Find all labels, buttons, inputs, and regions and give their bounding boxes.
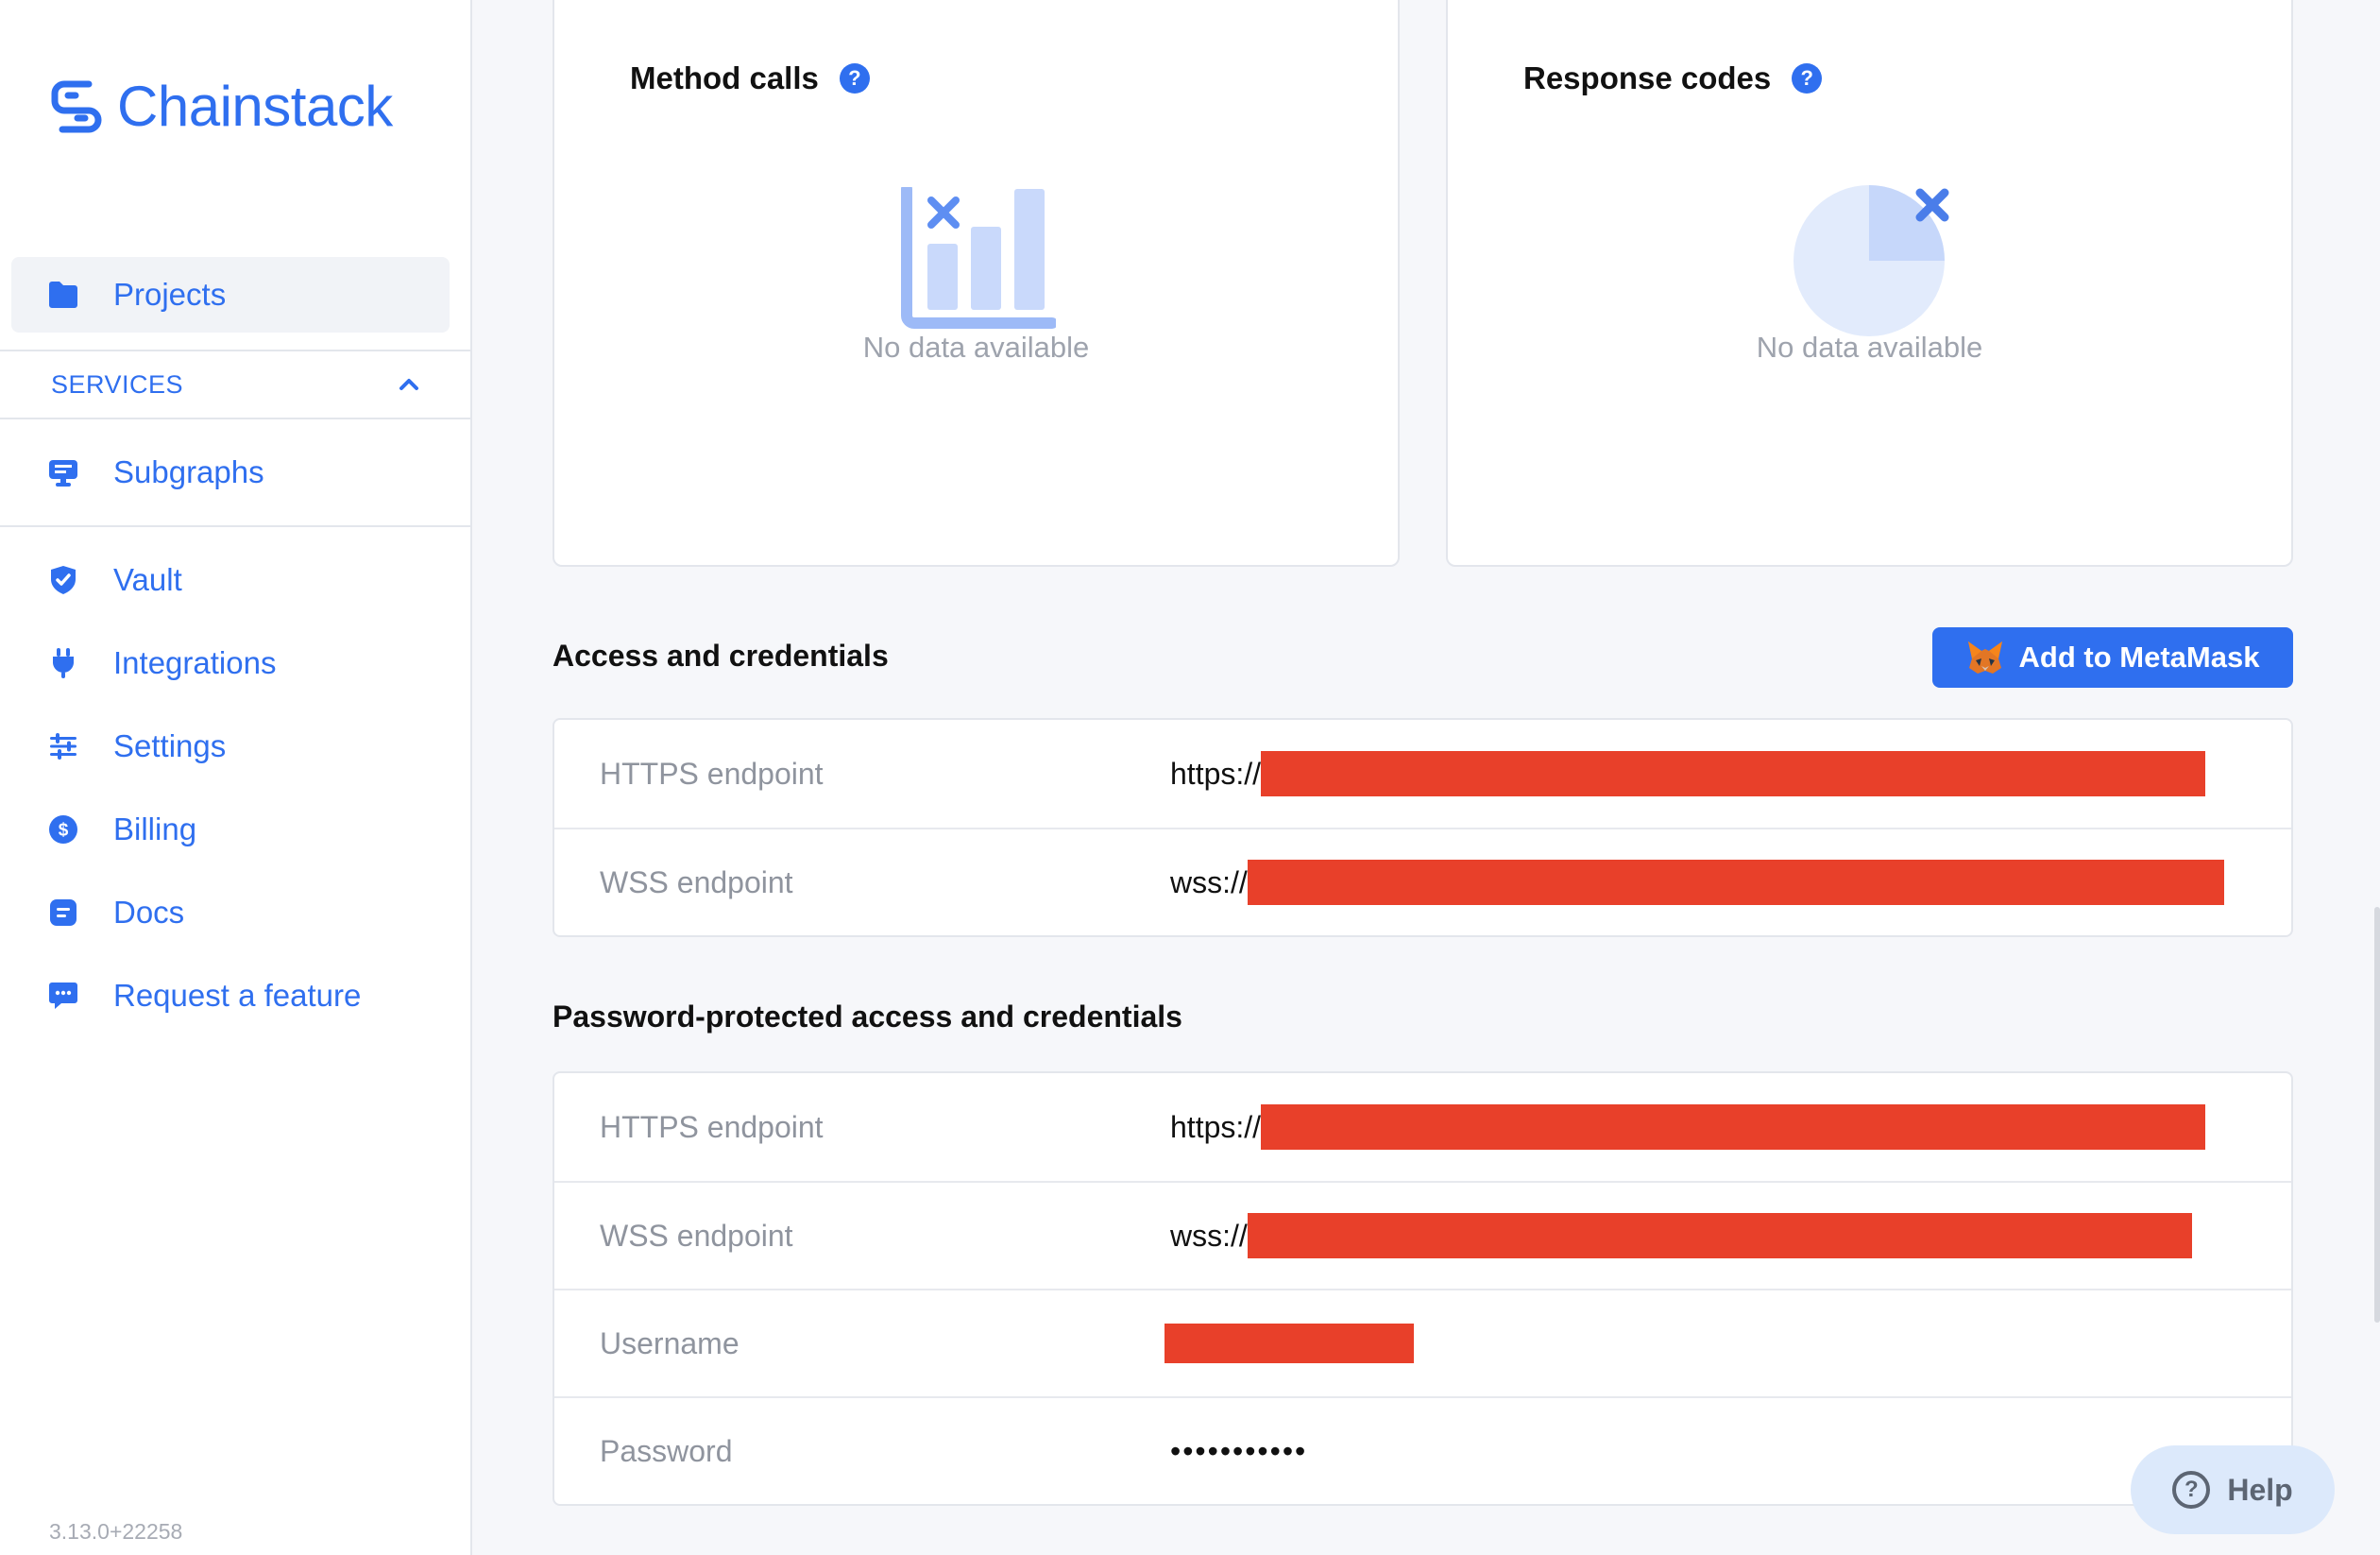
sidebar-item-billing[interactable]: $ Billing — [11, 792, 450, 867]
url-prefix: wss:// — [1170, 1218, 1248, 1253]
https-endpoint-value[interactable]: https:// — [1170, 751, 2206, 796]
method-calls-title: Method calls — [630, 60, 819, 95]
access-section-title: Access and credentials — [552, 639, 889, 673]
subgraphs-icon — [47, 456, 79, 488]
app-version: 3.13.0+22258 — [49, 1519, 183, 1544]
url-prefix: https:// — [1170, 1109, 1262, 1144]
sidebar-item-label: Subgraphs — [113, 454, 264, 489]
dollar-circle-icon: $ — [47, 813, 79, 846]
metamask-fox-icon — [1967, 641, 2002, 674]
help-icon[interactable]: ? — [1792, 63, 1823, 94]
password-value[interactable]: ••••••••••• — [1170, 1434, 1307, 1469]
plug-icon — [47, 647, 79, 679]
empty-pie-chart-icon — [1794, 185, 1949, 336]
sidebar-item-label: Docs — [113, 895, 185, 930]
url-prefix: wss:// — [1170, 864, 1248, 899]
folder-icon — [47, 279, 79, 311]
scrollbar[interactable] — [2374, 907, 2380, 1323]
response-codes-card: Response codes ? No data available — [1446, 0, 2293, 567]
table-row: HTTPS endpoint https:// — [554, 1073, 2291, 1181]
sidebar-item-vault[interactable]: Vault — [11, 542, 450, 618]
sidebar-item-label: Projects — [113, 277, 227, 312]
sidebar-item-label: Settings — [113, 728, 227, 763]
card-title: Method calls ? — [630, 60, 870, 96]
document-icon — [47, 897, 79, 929]
table-row: Username — [554, 1289, 2291, 1396]
chainstack-logo-icon — [51, 80, 102, 132]
sidebar-item-label: Vault — [113, 562, 182, 597]
sidebar-item-projects[interactable]: Projects — [11, 257, 450, 333]
row-label: HTTPS endpoint — [600, 756, 824, 791]
table-row: HTTPS endpoint https:// — [554, 720, 2291, 828]
redacted-value — [1247, 1213, 2192, 1258]
redacted-value — [1261, 1104, 2206, 1150]
divider — [0, 525, 472, 527]
chainstack-logo[interactable]: Chainstack — [47, 74, 393, 139]
question-circle-icon: ? — [2172, 1471, 2211, 1509]
sidebar-item-settings[interactable]: Settings — [11, 709, 450, 784]
row-label: Password — [600, 1433, 733, 1468]
services-toggle[interactable]: SERVICES — [0, 351, 472, 418]
redacted-value — [1164, 1324, 1414, 1363]
sidebar-item-integrations[interactable]: Integrations — [11, 625, 450, 701]
row-label: WSS endpoint — [600, 864, 793, 899]
shield-check-icon — [47, 564, 79, 596]
url-prefix: https:// — [1170, 756, 1262, 791]
sidebar: Chainstack Projects SERVICES Subgraphs V… — [0, 0, 472, 1555]
protected-credentials-table: HTTPS endpoint https:// WSS endpoint wss… — [552, 1071, 2293, 1506]
services-label: SERVICES — [51, 369, 184, 399]
protected-section-title: Password-protected access and credential… — [552, 1000, 1182, 1034]
sidebar-item-request-feature[interactable]: Request a feature — [11, 958, 450, 1034]
https-endpoint-value[interactable]: https:// — [1170, 1104, 2206, 1150]
table-row: WSS endpoint wss:// — [554, 828, 2291, 935]
sidebar-item-subgraphs[interactable]: Subgraphs — [11, 435, 450, 510]
sidebar-item-label: Integrations — [113, 645, 277, 680]
help-button-label: Help — [2227, 1472, 2293, 1507]
wss-endpoint-value[interactable]: wss:// — [1170, 1213, 2192, 1258]
brand-name: Chainstack — [117, 75, 393, 138]
table-row: WSS endpoint wss:// — [554, 1181, 2291, 1289]
username-value[interactable] — [1164, 1324, 1414, 1363]
metamask-button-label: Add to MetaMask — [2018, 641, 2260, 674]
row-label: Username — [600, 1325, 740, 1360]
sliders-icon — [47, 730, 79, 762]
redacted-value — [1261, 751, 2206, 796]
method-calls-card: Method calls ? No data available — [552, 0, 1400, 567]
svg-text:$: $ — [59, 821, 69, 841]
chat-bubble-icon — [47, 980, 79, 1012]
help-button[interactable]: ? Help — [2131, 1445, 2335, 1534]
row-label: WSS endpoint — [600, 1218, 793, 1253]
sidebar-item-label: Billing — [113, 812, 197, 846]
wss-endpoint-value[interactable]: wss:// — [1170, 860, 2224, 905]
empty-state-text: No data available — [1756, 331, 1983, 364]
access-credentials-table: HTTPS endpoint https:// WSS endpoint wss… — [552, 718, 2293, 937]
sidebar-item-docs[interactable]: Docs — [11, 875, 450, 950]
card-title: Response codes ? — [1523, 60, 1823, 96]
response-codes-title: Response codes — [1523, 60, 1772, 95]
add-to-metamask-button[interactable]: Add to MetaMask — [1932, 627, 2293, 688]
table-row: Password ••••••••••• — [554, 1396, 2291, 1504]
sidebar-item-label: Request a feature — [113, 978, 362, 1013]
empty-bar-chart-icon — [901, 187, 1056, 329]
chevron-up-icon — [400, 379, 418, 390]
redacted-value — [1247, 860, 2224, 905]
row-label: HTTPS endpoint — [600, 1109, 824, 1144]
empty-state-text: No data available — [862, 331, 1090, 364]
help-icon[interactable]: ? — [839, 63, 870, 94]
divider — [0, 418, 472, 419]
